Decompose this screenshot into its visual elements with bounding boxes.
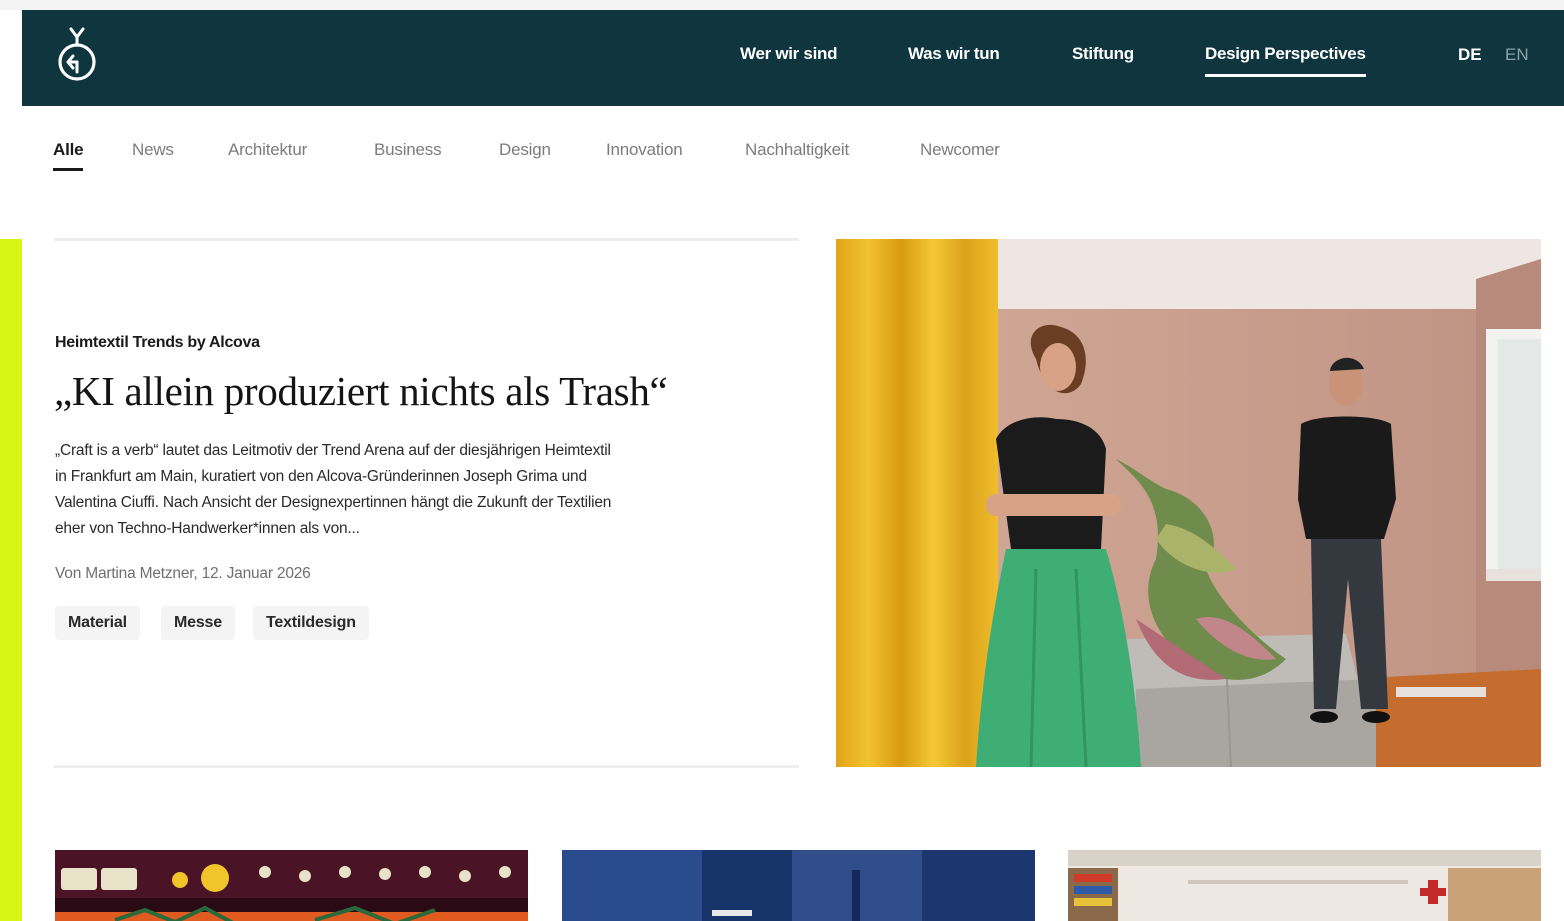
tab-news[interactable]: News xyxy=(132,140,174,160)
browser-frame-top xyxy=(0,0,1564,10)
article-kicker: Heimtextil Trends by Alcova xyxy=(55,334,260,351)
tag-material[interactable]: Material xyxy=(55,606,140,640)
nav-wer-wir-sind[interactable]: Wer wir sind xyxy=(740,44,837,74)
teaser-line: eher von Techno-Handwerker*innen als von… xyxy=(55,520,360,537)
article-byline: Von Martina Metzner, 12. Januar 2026 xyxy=(55,565,311,582)
divider-top xyxy=(54,238,799,241)
tag-textildesign[interactable]: Textildesign xyxy=(253,606,369,640)
article-thumbnail-3[interactable] xyxy=(1068,850,1541,921)
divider-bottom xyxy=(54,765,799,768)
tag-messe[interactable]: Messe xyxy=(161,606,235,640)
page: Wer wir sind Was wir tun Stiftung Design… xyxy=(22,10,1564,921)
tab-design[interactable]: Design xyxy=(499,140,551,160)
logo-icon[interactable] xyxy=(52,26,102,86)
tab-nachhaltigkeit[interactable]: Nachhaltigkeit xyxy=(745,140,849,160)
tab-innovation[interactable]: Innovation xyxy=(606,140,683,160)
lime-accent-strip xyxy=(0,239,22,921)
article-teaser: „Craft is a verb“ lautet das Leitmotiv d… xyxy=(55,438,765,542)
nav-stiftung[interactable]: Stiftung xyxy=(1072,44,1134,74)
tab-business[interactable]: Business xyxy=(374,140,442,160)
tab-architektur[interactable]: Architektur xyxy=(228,140,307,160)
frame-left-edge xyxy=(0,10,22,239)
featured-photo[interactable] xyxy=(836,239,1541,767)
teaser-line: Valentina Ciuffi. Nach Ansicht der Desig… xyxy=(55,494,612,511)
article-thumbnail-1[interactable] xyxy=(55,850,528,921)
nav-design-perspectives[interactable]: Design Perspectives xyxy=(1205,44,1366,77)
article-headline[interactable]: „KI allein produziert nichts als Trash“ xyxy=(54,366,794,416)
tab-alle[interactable]: Alle xyxy=(53,140,84,171)
tab-newcomer[interactable]: Newcomer xyxy=(920,140,1000,160)
teaser-line: in Frankfurt am Main, kuratiert von den … xyxy=(55,468,587,485)
site-header: Wer wir sind Was wir tun Stiftung Design… xyxy=(22,10,1564,106)
language-en[interactable]: EN xyxy=(1505,45,1529,65)
teaser-line: „Craft is a verb“ lautet das Leitmotiv d… xyxy=(55,442,611,459)
article-thumbnail-2[interactable] xyxy=(562,850,1035,921)
nav-was-wir-tun[interactable]: Was wir tun xyxy=(908,44,1000,74)
language-de[interactable]: DE xyxy=(1458,45,1482,65)
